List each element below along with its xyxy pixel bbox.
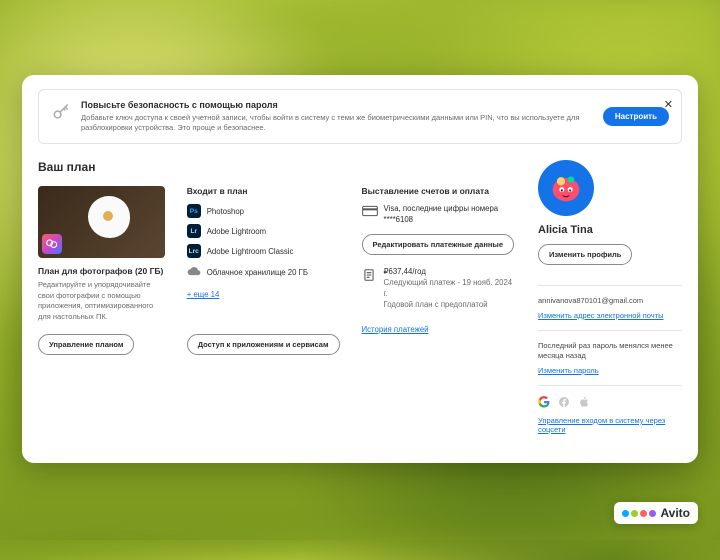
- change-password-link[interactable]: Изменить пароль: [538, 366, 682, 375]
- receipt-icon: [362, 268, 378, 286]
- password-info: Последний раз пароль менялся менее месяц…: [538, 341, 682, 362]
- app-icon: Ps: [187, 204, 201, 218]
- edit-profile-button[interactable]: Изменить профиль: [538, 244, 632, 265]
- banner-title: Повысьте безопасность с помощью пароля: [81, 100, 593, 110]
- google-icon: [538, 396, 550, 410]
- billing-price: ₽637,44/год: [384, 267, 514, 278]
- included-column: Входит в план Ps Photoshop Lr Adobe Lightro…: [187, 186, 340, 355]
- storage-row: Облачное хранилище 20 ГБ: [187, 264, 340, 280]
- banner-desc: Добавьте ключ доступа к своей учетной за…: [81, 113, 593, 133]
- more-apps-link[interactable]: + еще 14: [187, 290, 340, 299]
- social-row: [538, 396, 682, 410]
- billing-column: Выставление счетов и оплата Visa, послед…: [362, 186, 514, 355]
- storage-label: Облачное хранилище 20 ГБ: [207, 268, 308, 277]
- avatar: [538, 160, 594, 216]
- plan-column: План для фотографов (20 ГБ) Редактируйте…: [38, 186, 165, 355]
- user-name: Alicia Tina: [538, 224, 682, 236]
- app-name: Photoshop: [207, 207, 244, 216]
- user-email: annivanova870101@gmail.com: [538, 296, 682, 307]
- app-row: Lr Adobe Lightroom: [187, 224, 340, 238]
- payment-history-link[interactable]: История платежей: [362, 325, 514, 334]
- plan-section-title: Ваш план: [38, 160, 514, 174]
- apple-icon: [578, 396, 590, 410]
- app-icon: Lr: [187, 224, 201, 238]
- facebook-icon: [558, 396, 570, 410]
- close-icon[interactable]: ✕: [664, 98, 673, 111]
- app-row: Lrc Adobe Lightroom Classic: [187, 244, 340, 258]
- card-info: Visa, последние цифры номера ****6108: [384, 204, 514, 226]
- avito-watermark: Avito: [614, 502, 698, 524]
- card-icon: [362, 205, 378, 221]
- billing-plan-type: Годовой план с предоплатой: [384, 300, 514, 311]
- creative-cloud-icon: [42, 234, 62, 254]
- edit-payment-button[interactable]: Редактировать платежные данные: [362, 234, 514, 255]
- app-row: Ps Photoshop: [187, 204, 340, 218]
- billing-next: Следующий платеж - 19 нояб. 2024 г.: [384, 278, 514, 300]
- change-email-link[interactable]: Изменить адрес электронной почты: [538, 311, 682, 320]
- security-banner: Повысьте безопасность с помощью пароля Д…: [38, 89, 682, 144]
- plan-description: Редактируйте и упорядочивайте свои фотог…: [38, 280, 165, 322]
- billing-title: Выставление счетов и оплата: [362, 186, 514, 196]
- access-apps-button[interactable]: Доступ к приложениям и сервисам: [187, 334, 340, 355]
- plan-image: [38, 186, 165, 258]
- manage-plan-button[interactable]: Управление планом: [38, 334, 134, 355]
- manage-social-login-link[interactable]: Управление входом в систему через соцсет…: [538, 416, 682, 434]
- profile-sidebar: Alicia Tina Изменить профиль annivanova8…: [532, 160, 682, 449]
- cloud-icon: [187, 264, 201, 280]
- plan-name: План для фотографов (20 ГБ): [38, 266, 165, 276]
- configure-button[interactable]: Настроить: [603, 107, 669, 126]
- app-icon: Lrc: [187, 244, 201, 258]
- included-title: Входит в план: [187, 186, 340, 196]
- account-panel: Повысьте безопасность с помощью пароля Д…: [22, 75, 698, 463]
- app-name: Adobe Lightroom Classic: [207, 247, 294, 256]
- key-icon: [51, 102, 71, 124]
- app-name: Adobe Lightroom: [207, 227, 266, 236]
